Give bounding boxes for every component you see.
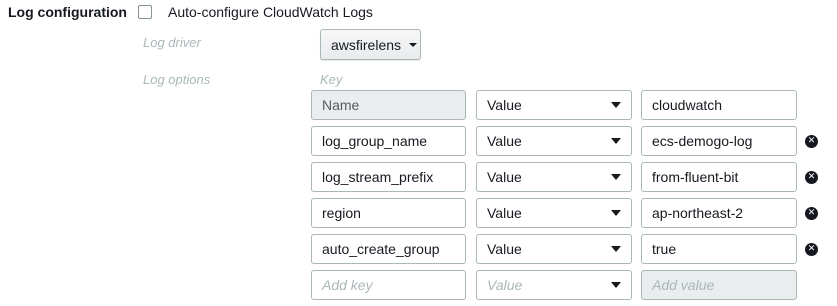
new-option-value-input: Add value	[641, 270, 797, 300]
caret-down-icon	[611, 210, 621, 216]
new-option-type-placeholder: Value	[487, 277, 523, 293]
option-type-select[interactable]: Value	[476, 126, 632, 156]
option-type-select[interactable]: Value	[476, 90, 632, 120]
close-circle-icon[interactable]: ✕	[805, 243, 818, 256]
option-key-input[interactable]: auto_create_group	[311, 234, 466, 264]
option-type-select[interactable]: Value	[476, 234, 632, 264]
option-key-input[interactable]: log_group_name	[311, 126, 466, 156]
option-type-select[interactable]: Value	[476, 198, 632, 228]
option-value-input[interactable]: from-fluent-bit	[641, 162, 797, 192]
close-circle-icon[interactable]: ✕	[805, 171, 818, 184]
option-value-input[interactable]: ap-northeast-2	[641, 198, 797, 228]
close-circle-icon[interactable]: ✕	[805, 135, 818, 148]
option-type-value: Value	[487, 241, 522, 257]
log-driver-value: awsfirelens	[331, 36, 402, 53]
section-title: Log configuration	[8, 4, 127, 20]
auto-configure-label: Auto-configure CloudWatch Logs	[168, 4, 373, 20]
new-option-key-input[interactable]: Add key	[311, 270, 466, 300]
option-type-value: Value	[487, 97, 522, 113]
option-value-input[interactable]: ecs-demogo-log	[641, 126, 797, 156]
close-circle-icon[interactable]: ✕	[805, 207, 818, 220]
option-type-value: Value	[487, 169, 522, 185]
option-value-input[interactable]: cloudwatch	[641, 90, 797, 120]
option-type-value: Value	[487, 133, 522, 149]
caret-down-icon	[611, 174, 621, 180]
option-type-value: Value	[487, 205, 522, 221]
log-driver-label: Log driver	[143, 35, 201, 50]
option-key-input: Name	[311, 90, 466, 120]
option-key-input[interactable]: region	[311, 198, 466, 228]
caret-down-icon	[611, 282, 621, 288]
key-column-header: Key	[320, 72, 343, 87]
option-key-input[interactable]: log_stream_prefix	[311, 162, 466, 192]
caret-down-icon	[611, 138, 621, 144]
auto-configure-checkbox[interactable]	[138, 5, 152, 19]
caret-down-icon	[611, 102, 621, 108]
option-type-select[interactable]: Value	[476, 162, 632, 192]
log-driver-dropdown[interactable]: awsfirelens	[320, 29, 421, 60]
log-options-label: Log options	[143, 72, 211, 87]
caret-down-icon	[409, 42, 418, 47]
caret-down-icon	[611, 246, 621, 252]
option-value-input[interactable]: true	[641, 234, 797, 264]
new-option-type-select[interactable]: Value	[476, 270, 632, 300]
